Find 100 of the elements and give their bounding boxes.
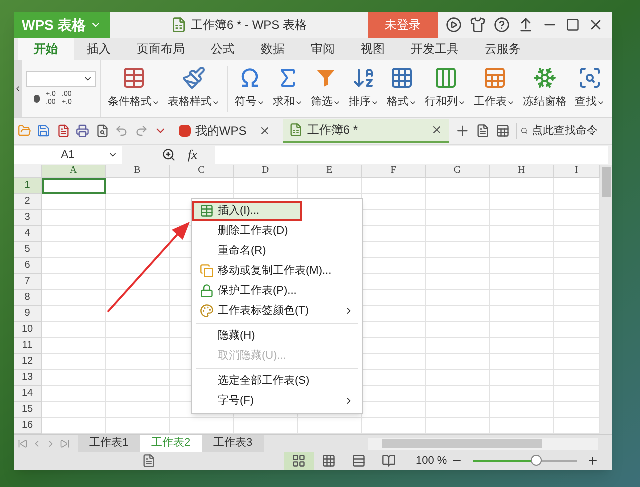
name-box[interactable]: A1	[14, 146, 122, 164]
column-header[interactable]: D	[234, 165, 298, 178]
document-tab[interactable]: 我的WPS	[173, 119, 278, 143]
ribbon-tab[interactable]: 页面布局	[124, 38, 198, 60]
vertical-scrollbar[interactable]	[600, 165, 612, 434]
ribbon-tab[interactable]: 视图	[348, 38, 398, 60]
table-cell[interactable]	[426, 322, 490, 338]
table-cell[interactable]	[42, 386, 106, 402]
table-cell[interactable]	[106, 386, 170, 402]
row-header[interactable]: 11	[14, 338, 42, 354]
table-cell[interactable]	[490, 274, 554, 290]
help-icon[interactable]	[494, 17, 510, 33]
menu-item[interactable]: 工作表标签颜色(T)	[192, 301, 362, 321]
table-cell[interactable]	[298, 178, 362, 194]
table-cell[interactable]	[490, 370, 554, 386]
ribbon-tab[interactable]: 云服务	[472, 38, 534, 60]
row-header[interactable]: 12	[14, 354, 42, 370]
table-cell[interactable]	[42, 354, 106, 370]
ribbon-button[interactable]: 冻结窗格	[520, 66, 570, 111]
table-cell[interactable]	[42, 210, 106, 226]
comma-style-icon[interactable]	[34, 94, 40, 102]
row-header[interactable]: 7	[14, 274, 42, 290]
table-cell[interactable]	[42, 242, 106, 258]
table-cell[interactable]	[42, 290, 106, 306]
row-header[interactable]: 2	[14, 194, 42, 210]
table-cell[interactable]	[42, 370, 106, 386]
ribbon-tab[interactable]: 开始	[18, 38, 74, 60]
menu-item[interactable]: 删除工作表(D)	[192, 221, 362, 241]
table-cell[interactable]	[106, 178, 170, 194]
table-cell[interactable]	[426, 402, 490, 418]
redo-icon[interactable]	[134, 124, 148, 138]
sheet-tab[interactable]: 工作表1	[78, 435, 140, 452]
column-header[interactable]: E	[298, 165, 362, 178]
table-cell[interactable]	[490, 338, 554, 354]
first-sheet-icon[interactable]	[18, 438, 28, 448]
table-cell[interactable]	[426, 370, 490, 386]
column-header[interactable]: G	[426, 165, 490, 178]
menu-item[interactable]: 隐藏(H)	[192, 326, 362, 346]
column-header[interactable]: F	[362, 165, 426, 178]
ribbon-button[interactable]: 条件格式	[105, 66, 163, 111]
ribbon-button[interactable]: 符号	[232, 66, 268, 111]
row-header[interactable]: 3	[14, 210, 42, 226]
selected-cell[interactable]	[42, 178, 106, 194]
preview-icon[interactable]	[96, 124, 110, 138]
row-header[interactable]: 16	[14, 418, 42, 434]
table-cell[interactable]	[490, 210, 554, 226]
table-cell[interactable]	[490, 290, 554, 306]
sheet-icon[interactable]	[496, 124, 510, 138]
command-search-field[interactable]: 点此查找命令	[516, 122, 608, 140]
table-cell[interactable]	[490, 194, 554, 210]
undo-icon[interactable]	[115, 124, 129, 138]
ribbon-button[interactable]: 行和列	[422, 66, 469, 111]
ribbon-tab[interactable]: 插入	[74, 38, 124, 60]
table-cell[interactable]	[106, 338, 170, 354]
table-cell[interactable]	[42, 274, 106, 290]
ribbon-button[interactable]: 表格样式	[165, 66, 223, 111]
table-cell[interactable]	[490, 226, 554, 242]
menu-item[interactable]: 移动或复制工作表(M)...	[192, 261, 362, 281]
row-header[interactable]: 5	[14, 242, 42, 258]
menu-item[interactable]: 重命名(R)	[192, 241, 362, 261]
save-icon[interactable]	[37, 124, 51, 138]
folder-icon[interactable]	[18, 124, 32, 138]
ribbon-button[interactable]: 排序	[346, 66, 382, 111]
table-cell[interactable]	[362, 178, 426, 194]
close-icon[interactable]	[259, 125, 272, 137]
table-cell[interactable]	[106, 306, 170, 322]
document-tab[interactable]: 工作簿6 *	[283, 119, 449, 143]
column-header[interactable]: H	[490, 165, 554, 178]
table-cell[interactable]	[42, 322, 106, 338]
table-cell[interactable]	[490, 258, 554, 274]
table-cell[interactable]	[106, 274, 170, 290]
table-cell[interactable]	[42, 194, 106, 210]
zoom-slider-thumb[interactable]	[530, 455, 542, 466]
view-button[interactable]	[284, 452, 314, 470]
table-cell[interactable]	[426, 290, 490, 306]
row-header[interactable]: 14	[14, 386, 42, 402]
menu-item[interactable]: 字号(F)	[192, 391, 362, 411]
table-cell[interactable]	[106, 402, 170, 418]
table-cell[interactable]	[426, 306, 490, 322]
last-sheet-icon[interactable]	[60, 438, 70, 448]
table-cell[interactable]	[106, 290, 170, 306]
document-icon[interactable]	[476, 124, 490, 138]
table-cell[interactable]	[106, 242, 170, 258]
column-header[interactable]: B	[106, 165, 170, 178]
menu-item[interactable]: 插入(I)...	[192, 201, 302, 221]
row-header[interactable]: 8	[14, 290, 42, 306]
ribbon-tab[interactable]: 开发工具	[398, 38, 472, 60]
formula-input[interactable]	[215, 146, 608, 164]
table-cell[interactable]	[106, 322, 170, 338]
ribbon-tab[interactable]: 公式	[198, 38, 248, 60]
ribbon-button[interactable]: 求和	[270, 66, 306, 111]
sheet-tab[interactable]: 工作表2	[140, 435, 202, 452]
new-tab-icon[interactable]	[454, 123, 470, 139]
table-cell[interactable]	[106, 354, 170, 370]
row-header[interactable]: 13	[14, 370, 42, 386]
table-cell[interactable]	[490, 386, 554, 402]
row-header[interactable]: 9	[14, 306, 42, 322]
table-cell[interactable]	[106, 258, 170, 274]
table-cell[interactable]	[490, 178, 554, 194]
sheet-tab[interactable]: 工作表3	[202, 435, 264, 452]
